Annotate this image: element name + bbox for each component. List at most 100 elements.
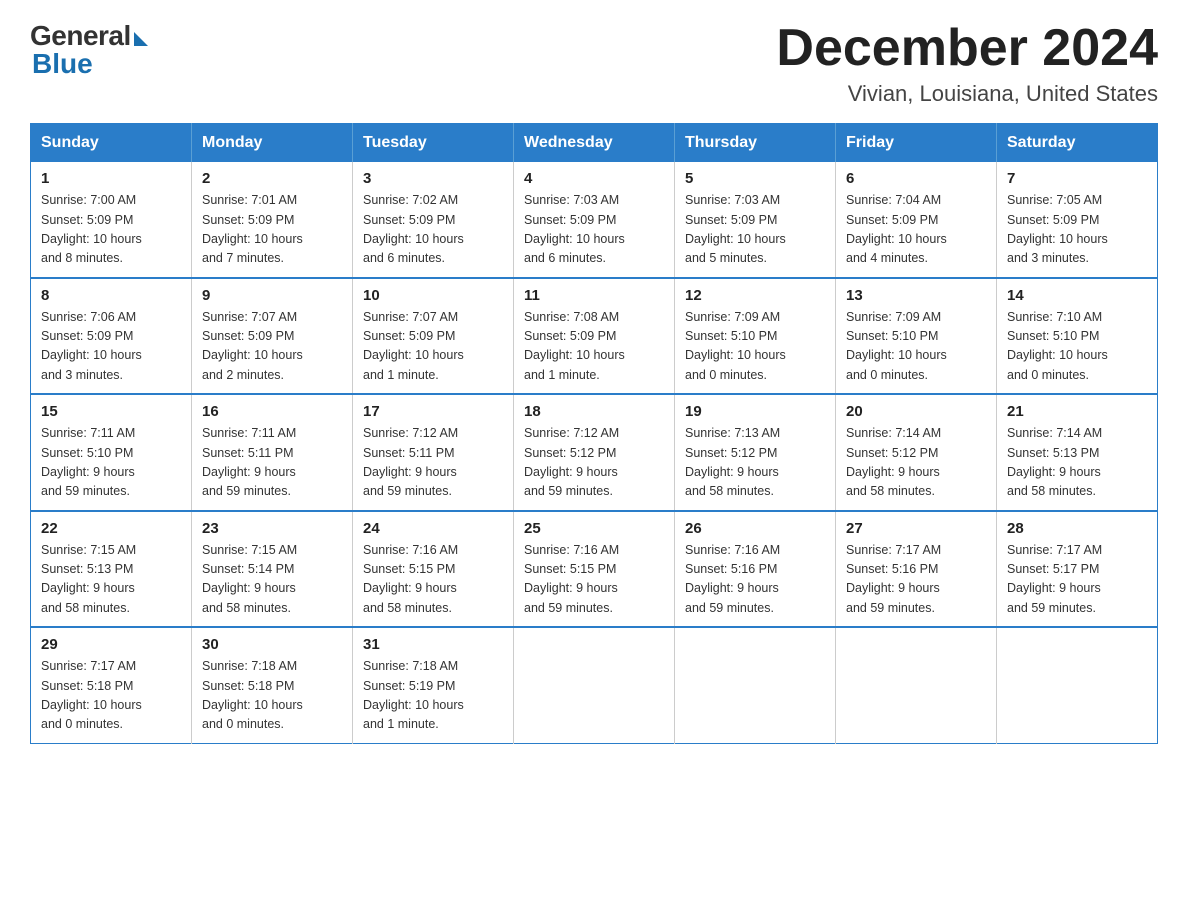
calendar-cell: 6 Sunrise: 7:04 AM Sunset: 5:09 PM Daylig… xyxy=(836,162,997,278)
day-number: 27 xyxy=(846,520,986,537)
day-number: 12 xyxy=(685,287,825,304)
calendar-cell: 11 Sunrise: 7:08 AM Sunset: 5:09 PM Dayli… xyxy=(514,278,675,395)
logo-triangle-icon xyxy=(134,32,148,46)
calendar-cell: 23Sunrise: 7:15 AM Sunset: 5:14 PM Dayli… xyxy=(192,511,353,628)
calendar-cell: 3Sunrise: 7:02 AM Sunset: 5:09 PM Daylig… xyxy=(353,162,514,278)
calendar-cell: 22 Sunrise: 7:15 AM Sunset: 5:13 PM Dayli… xyxy=(31,511,192,628)
day-info: Sunrise: 7:13 AM Sunset: 5:12 PM Dayligh… xyxy=(685,424,825,502)
day-number: 23 xyxy=(202,520,342,537)
day-number: 13 xyxy=(846,287,986,304)
day-number: 17 xyxy=(363,403,503,420)
logo: General Blue xyxy=(30,20,148,80)
calendar-cell: 19 Sunrise: 7:13 AM Sunset: 5:12 PM Dayli… xyxy=(675,394,836,511)
day-info: Sunrise: 7:07 AM Sunset: 5:09 PM Dayligh… xyxy=(363,308,503,386)
day-info: Sunrise: 7:16 AM Sunset: 5:15 PM Dayligh… xyxy=(363,541,503,619)
day-info: Sunrise: 7:17 AM Sunset: 5:17 PM Dayligh… xyxy=(1007,541,1147,619)
calendar-cell: 7 Sunrise: 7:05 AM Sunset: 5:09 PM Daylig… xyxy=(997,162,1158,278)
day-info: Sunrise: 7:11 AM Sunset: 5:11 PM Dayligh… xyxy=(202,424,342,502)
page-header: General Blue December 2024 Vivian, Louis… xyxy=(30,20,1158,107)
day-number: 28 xyxy=(1007,520,1147,537)
day-info: Sunrise: 7:05 AM Sunset: 5:09 PM Dayligh… xyxy=(1007,191,1147,269)
day-info: Sunrise: 7:03 AM Sunset: 5:09 PM Dayligh… xyxy=(524,191,664,269)
day-number: 25 xyxy=(524,520,664,537)
day-info: Sunrise: 7:03 AM Sunset: 5:09 PM Dayligh… xyxy=(685,191,825,269)
day-number: 21 xyxy=(1007,403,1147,420)
day-number: 8 xyxy=(41,287,181,304)
calendar-cell: 15Sunrise: 7:11 AM Sunset: 5:10 PM Dayli… xyxy=(31,394,192,511)
location-title: Vivian, Louisiana, United States xyxy=(776,81,1158,107)
day-info: Sunrise: 7:02 AM Sunset: 5:09 PM Dayligh… xyxy=(363,191,503,269)
day-number: 5 xyxy=(685,170,825,187)
calendar-cell: 9 Sunrise: 7:07 AM Sunset: 5:09 PM Daylig… xyxy=(192,278,353,395)
day-info: Sunrise: 7:09 AM Sunset: 5:10 PM Dayligh… xyxy=(685,308,825,386)
month-title: December 2024 xyxy=(776,20,1158,77)
calendar-week-row: 29Sunrise: 7:17 AM Sunset: 5:18 PM Dayli… xyxy=(31,627,1158,743)
day-number: 14 xyxy=(1007,287,1147,304)
calendar-cell: 29Sunrise: 7:17 AM Sunset: 5:18 PM Dayli… xyxy=(31,627,192,743)
day-number: 7 xyxy=(1007,170,1147,187)
day-number: 22 xyxy=(41,520,181,537)
day-number: 4 xyxy=(524,170,664,187)
calendar-cell: 4 Sunrise: 7:03 AM Sunset: 5:09 PM Daylig… xyxy=(514,162,675,278)
calendar-cell xyxy=(836,627,997,743)
weekday-header-thursday: Thursday xyxy=(675,124,836,163)
calendar-cell: 25Sunrise: 7:16 AM Sunset: 5:15 PM Dayli… xyxy=(514,511,675,628)
day-number: 1 xyxy=(41,170,181,187)
calendar-week-row: 22 Sunrise: 7:15 AM Sunset: 5:13 PM Dayli… xyxy=(31,511,1158,628)
day-number: 19 xyxy=(685,403,825,420)
calendar-cell: 18Sunrise: 7:12 AM Sunset: 5:12 PM Dayli… xyxy=(514,394,675,511)
day-info: Sunrise: 7:00 AM Sunset: 5:09 PM Dayligh… xyxy=(41,191,181,269)
calendar-cell: 13Sunrise: 7:09 AM Sunset: 5:10 PM Dayli… xyxy=(836,278,997,395)
calendar-cell: 31 Sunrise: 7:18 AM Sunset: 5:19 PM Dayli… xyxy=(353,627,514,743)
day-info: Sunrise: 7:17 AM Sunset: 5:16 PM Dayligh… xyxy=(846,541,986,619)
day-info: Sunrise: 7:12 AM Sunset: 5:11 PM Dayligh… xyxy=(363,424,503,502)
calendar-cell: 8Sunrise: 7:06 AM Sunset: 5:09 PM Daylig… xyxy=(31,278,192,395)
day-number: 26 xyxy=(685,520,825,537)
day-info: Sunrise: 7:01 AM Sunset: 5:09 PM Dayligh… xyxy=(202,191,342,269)
day-info: Sunrise: 7:15 AM Sunset: 5:13 PM Dayligh… xyxy=(41,541,181,619)
weekday-header-saturday: Saturday xyxy=(997,124,1158,163)
day-number: 9 xyxy=(202,287,342,304)
logo-blue-text: Blue xyxy=(32,48,93,80)
calendar-cell: 12 Sunrise: 7:09 AM Sunset: 5:10 PM Dayli… xyxy=(675,278,836,395)
day-number: 16 xyxy=(202,403,342,420)
day-info: Sunrise: 7:07 AM Sunset: 5:09 PM Dayligh… xyxy=(202,308,342,386)
calendar-body: 1 Sunrise: 7:00 AM Sunset: 5:09 PM Daylig… xyxy=(31,162,1158,743)
calendar-table: SundayMondayTuesdayWednesdayThursdayFrid… xyxy=(30,123,1158,744)
day-number: 6 xyxy=(846,170,986,187)
title-area: December 2024 Vivian, Louisiana, United … xyxy=(776,20,1158,107)
calendar-cell: 30 Sunrise: 7:18 AM Sunset: 5:18 PM Dayli… xyxy=(192,627,353,743)
day-number: 10 xyxy=(363,287,503,304)
day-info: Sunrise: 7:10 AM Sunset: 5:10 PM Dayligh… xyxy=(1007,308,1147,386)
day-info: Sunrise: 7:14 AM Sunset: 5:13 PM Dayligh… xyxy=(1007,424,1147,502)
day-info: Sunrise: 7:04 AM Sunset: 5:09 PM Dayligh… xyxy=(846,191,986,269)
day-number: 20 xyxy=(846,403,986,420)
weekday-header-sunday: Sunday xyxy=(31,124,192,163)
day-number: 31 xyxy=(363,636,503,653)
weekday-header-friday: Friday xyxy=(836,124,997,163)
day-info: Sunrise: 7:11 AM Sunset: 5:10 PM Dayligh… xyxy=(41,424,181,502)
calendar-cell: 14 Sunrise: 7:10 AM Sunset: 5:10 PM Dayli… xyxy=(997,278,1158,395)
calendar-cell xyxy=(514,627,675,743)
calendar-cell: 2 Sunrise: 7:01 AM Sunset: 5:09 PM Daylig… xyxy=(192,162,353,278)
day-number: 2 xyxy=(202,170,342,187)
calendar-cell xyxy=(997,627,1158,743)
day-number: 30 xyxy=(202,636,342,653)
calendar-cell xyxy=(675,627,836,743)
calendar-cell: 16 Sunrise: 7:11 AM Sunset: 5:11 PM Dayli… xyxy=(192,394,353,511)
day-info: Sunrise: 7:17 AM Sunset: 5:18 PM Dayligh… xyxy=(41,657,181,735)
calendar-cell: 24 Sunrise: 7:16 AM Sunset: 5:15 PM Dayli… xyxy=(353,511,514,628)
day-info: Sunrise: 7:12 AM Sunset: 5:12 PM Dayligh… xyxy=(524,424,664,502)
calendar-cell: 20Sunrise: 7:14 AM Sunset: 5:12 PM Dayli… xyxy=(836,394,997,511)
day-info: Sunrise: 7:16 AM Sunset: 5:16 PM Dayligh… xyxy=(685,541,825,619)
day-info: Sunrise: 7:18 AM Sunset: 5:18 PM Dayligh… xyxy=(202,657,342,735)
calendar-week-row: 15Sunrise: 7:11 AM Sunset: 5:10 PM Dayli… xyxy=(31,394,1158,511)
weekday-header-monday: Monday xyxy=(192,124,353,163)
day-number: 11 xyxy=(524,287,664,304)
day-info: Sunrise: 7:08 AM Sunset: 5:09 PM Dayligh… xyxy=(524,308,664,386)
day-info: Sunrise: 7:18 AM Sunset: 5:19 PM Dayligh… xyxy=(363,657,503,735)
calendar-week-row: 8Sunrise: 7:06 AM Sunset: 5:09 PM Daylig… xyxy=(31,278,1158,395)
day-number: 24 xyxy=(363,520,503,537)
calendar-cell: 26 Sunrise: 7:16 AM Sunset: 5:16 PM Dayli… xyxy=(675,511,836,628)
calendar-cell: 28 Sunrise: 7:17 AM Sunset: 5:17 PM Dayli… xyxy=(997,511,1158,628)
